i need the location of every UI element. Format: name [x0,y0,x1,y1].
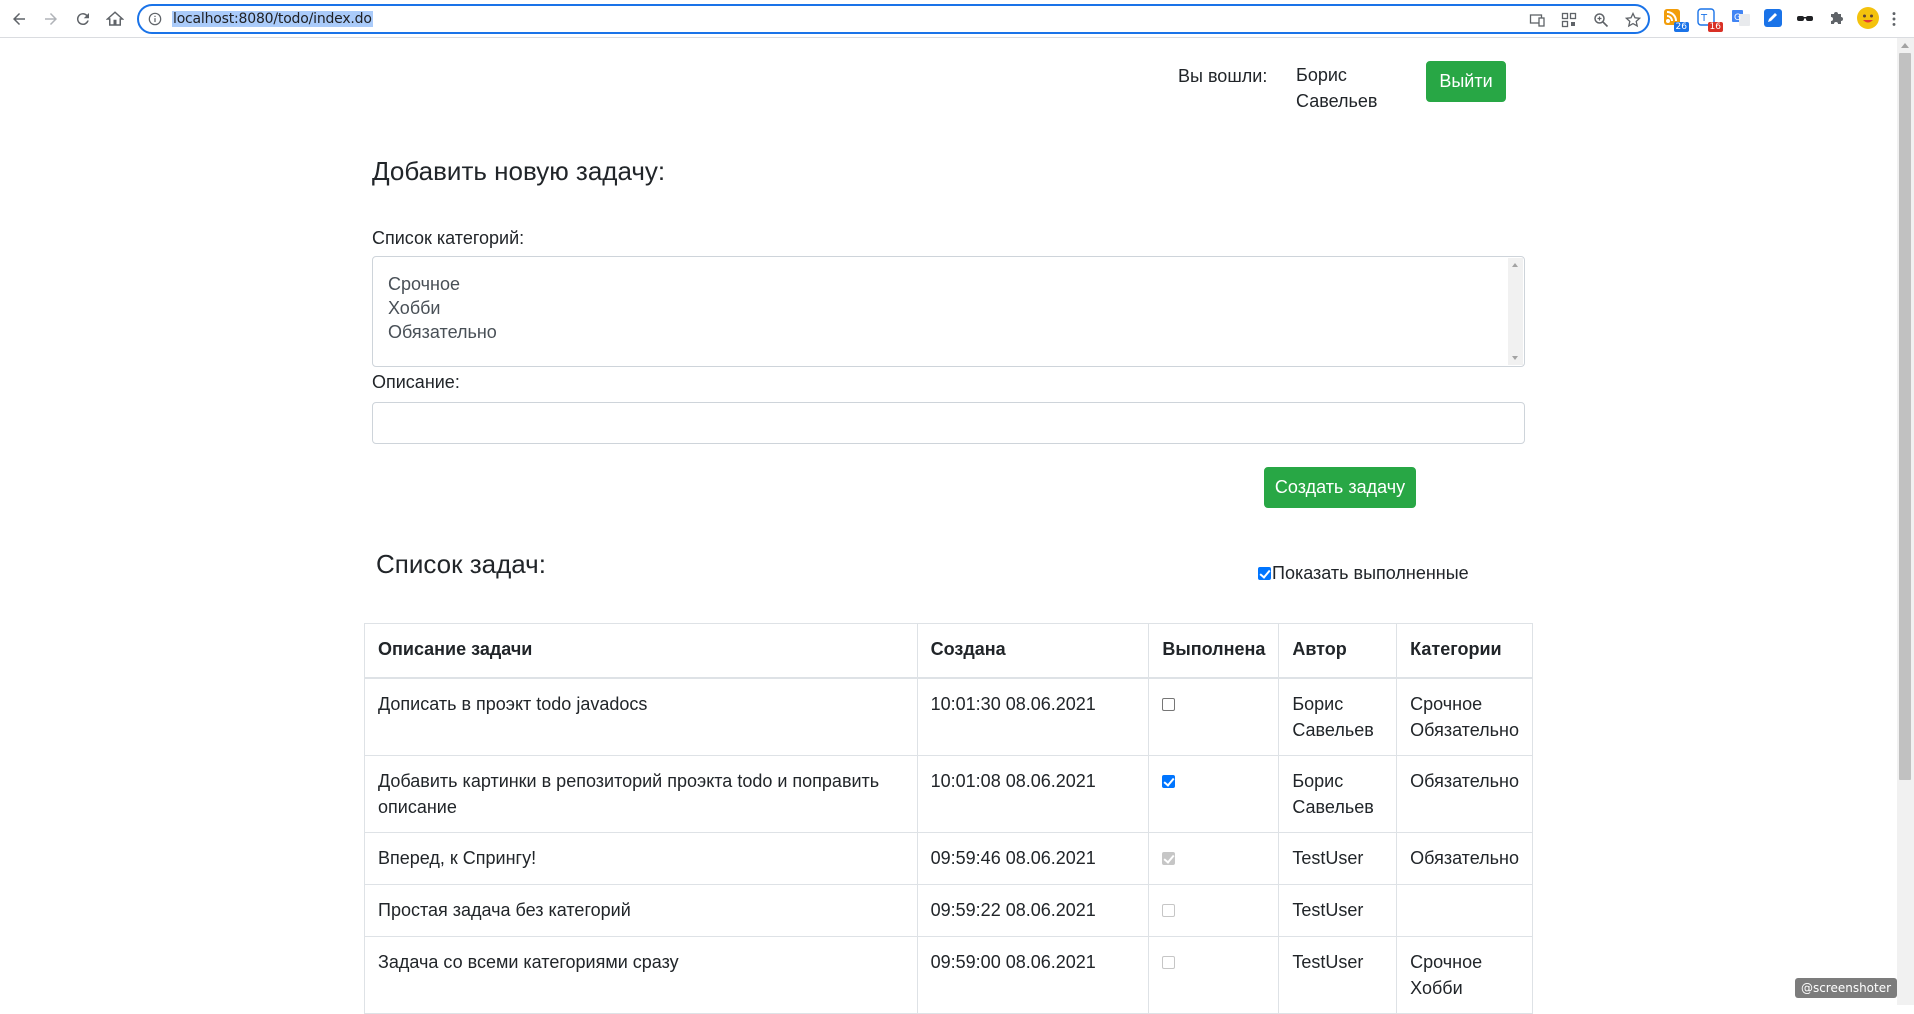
column-header: Категории [1396,623,1533,679]
profile-avatar-icon[interactable] [1856,6,1880,30]
task-category: Срочное [1410,693,1483,714]
task-categories: Срочное Хобби [1396,935,1533,1014]
task-description: Простая задача без категорий [364,883,918,937]
task-list-heading: Список задач: [376,549,546,579]
task-categories: Обязательно [1396,831,1533,885]
task-done-cell [1148,677,1280,756]
show-done-label: Показать выполненные [1272,563,1469,583]
task-created: 09:59:46 08.06.2021 [916,831,1150,885]
show-done-checkbox[interactable] [1258,566,1271,580]
table-row: Дописать в проэкт todo javadocs 10:01:30… [364,677,1533,756]
task-done-checkbox [1162,955,1176,969]
task-categories [1396,883,1533,937]
categories-multiselect[interactable]: Срочное Хобби Обязательно [372,256,1525,367]
current-user-name: Борис Савельев [1296,65,1378,111]
create-task-button[interactable]: Создать задачу [1264,467,1416,508]
extensions-puzzle-icon[interactable] [1827,8,1847,28]
task-author: TestUser [1278,831,1398,885]
add-task-heading: Добавить новую задачу: [372,156,666,186]
back-arrow-icon[interactable] [6,6,32,32]
forward-arrow-icon[interactable] [38,6,64,32]
task-done-cell [1148,754,1280,833]
scrollbar-thumb[interactable] [1899,53,1911,780]
task-author: Борис Савельев [1278,754,1398,833]
task-description: Добавить картинки в репозиторий проэкта … [364,754,918,833]
zoom-icon[interactable] [1593,12,1609,28]
table-header-row: Описание задачи Создана Выполнена Автор … [364,623,1533,679]
column-header: Описание задачи [364,623,918,679]
task-done-checkbox[interactable] [1162,697,1176,711]
task-done-cell [1148,883,1280,937]
extension-badge: 16 [1707,22,1723,32]
task-categories: Обязательно [1396,754,1533,833]
table-row: Добавить картинки в репозиторий проэкта … [364,754,1533,833]
rss-extension-icon[interactable]: 26 [1663,8,1689,32]
task-author: TestUser [1278,935,1398,1014]
menu-kebab-icon[interactable] [1884,6,1904,32]
home-icon[interactable] [102,6,128,32]
task-done-checkbox [1162,851,1176,865]
column-header: Выполнена [1148,623,1280,679]
google-translate-icon[interactable]: G [1731,8,1751,28]
logout-button[interactable]: Выйти [1426,61,1506,102]
task-category: Обязательно [1410,847,1519,868]
edit-extension-icon[interactable] [1763,8,1783,28]
task-done-cell [1148,831,1280,885]
categories-label: Список категорий: [372,228,525,248]
qr-code-icon[interactable] [1561,12,1577,28]
incognito-glasses-icon[interactable] [1795,8,1815,28]
scroll-up-arrow-icon[interactable] [1512,263,1518,267]
task-description: Дописать в проэкт todo javadocs [364,677,918,756]
bookmark-star-icon[interactable] [1625,12,1641,28]
reload-icon[interactable] [70,6,96,32]
screenshoter-watermark: @screenshoter [1795,978,1897,998]
table-row: Задача со всеми категориями сразу 09:59:… [364,935,1533,1014]
task-created: 09:59:00 08.06.2021 [916,935,1150,1014]
page-scrollbar[interactable] [1897,38,1914,1005]
task-done-cell [1148,935,1280,1014]
categories-scrollbar[interactable] [1508,258,1523,365]
extension-badge: 26 [1673,22,1689,32]
column-header: Создана [916,623,1150,679]
tasks-table: Описание задачи Создана Выполнена Автор … [364,623,1533,1014]
task-category: Обязательно [1410,719,1519,740]
task-description: Задача со всеми категориями сразу [364,935,918,1014]
svg-text:G: G [1734,13,1741,23]
task-author: TestUser [1278,883,1398,937]
table-row: Простая задача без категорий 09:59:22 08… [364,883,1533,937]
table-row: Вперед, к Спрингу! 09:59:46 08.06.2021 T… [364,831,1533,885]
category-option[interactable]: Обязательно [388,320,497,344]
show-done-toggle[interactable]: Показать выполненные [1258,560,1469,586]
page-content: Вы вошли: Борис Савельев Выйти Добавить … [0,38,1897,1014]
task-category: Хобби [1410,977,1463,998]
task-author: Борис Савельев [1278,677,1398,756]
cast-icon[interactable] [1529,12,1545,28]
category-option[interactable]: Срочное [388,272,460,296]
description-label: Описание: [372,372,460,392]
category-option[interactable]: Хобби [388,296,441,320]
url-text[interactable]: localhost:8080/todo/index.do [172,11,373,27]
scroll-down-arrow-icon[interactable] [1512,356,1518,360]
scroll-up-arrow-icon[interactable] [1901,43,1909,48]
task-category: Срочное [1410,951,1483,972]
task-created: 10:01:30 08.06.2021 [916,677,1150,756]
column-header: Автор [1278,623,1398,679]
task-created: 10:01:08 08.06.2021 [916,754,1150,833]
browser-toolbar: localhost:8080/todo/index.do 26 T 16 G [0,0,1914,38]
task-categories: Срочное Обязательно [1396,677,1533,756]
logged-in-label: Вы вошли: [1178,66,1268,86]
translate-extension-icon[interactable]: T 16 [1697,8,1723,32]
svg-text:T: T [1700,13,1708,24]
info-icon[interactable] [148,12,162,26]
task-created: 09:59:22 08.06.2021 [916,883,1150,937]
task-category: Обязательно [1410,770,1519,791]
task-done-checkbox [1162,903,1176,917]
task-done-checkbox[interactable] [1162,774,1176,788]
address-bar[interactable]: localhost:8080/todo/index.do [137,4,1650,34]
task-description: Вперед, к Спрингу! [364,831,918,885]
description-input[interactable] [372,402,1525,444]
